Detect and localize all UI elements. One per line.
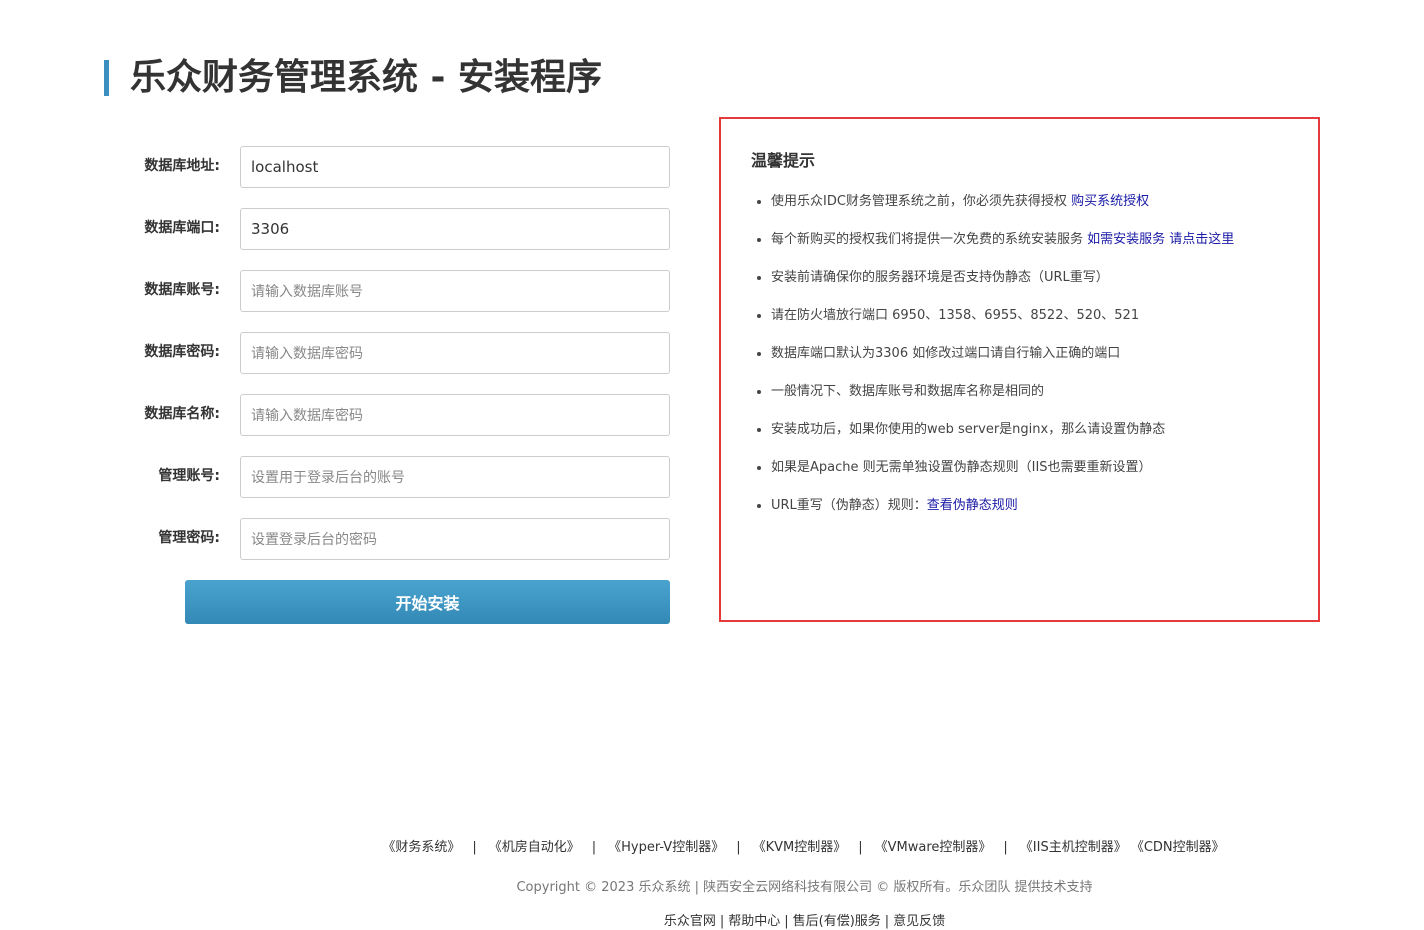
admin-user-label: 管理账号: [158, 468, 220, 484]
page-title: 乐众财务管理系统 - 安装程序 [130, 57, 603, 98]
field-db-user: 数据库账号: [0, 270, 680, 312]
tip-item: 安装成功后，如果你使用的web server是nginx，那么请设置伪静态 [771, 420, 1311, 458]
db-port-label: 数据库端口: [144, 220, 220, 236]
db-password-input[interactable] [240, 332, 670, 374]
feedback-link[interactable]: 意见反馈 [893, 914, 945, 929]
field-db-name: 数据库名称: [0, 394, 680, 436]
help-center-link[interactable]: 帮助中心 [728, 914, 780, 929]
tip-item: 请在防火墙放行端口 6950、1358、6955、8522、520、521 [771, 306, 1311, 344]
field-db-password: 数据库密码: [0, 332, 680, 374]
tip-item: URL重写（伪静态）规则：查看伪静态规则 [771, 496, 1311, 534]
start-install-button[interactable]: 开始安装 [185, 580, 670, 624]
field-admin-password: 管理密码: [0, 518, 680, 560]
title-accent-bar [104, 60, 109, 96]
product-link-cdn[interactable]: 《CDN控制器》 [1131, 840, 1225, 855]
paid-support-link[interactable]: 售后(有偿)服务 [793, 914, 881, 929]
tip-item: 一般情况下、数据库账号和数据库名称是相同的 [771, 382, 1311, 420]
admin-password-label: 管理密码: [158, 530, 220, 546]
tip-item: 数据库端口默认为3306 如修改过端口请自行输入正确的端口 [771, 344, 1311, 382]
product-link-iis[interactable]: 《IIS主机控制器》 [1020, 840, 1127, 855]
db-password-label: 数据库密码: [144, 344, 220, 360]
tips-title: 温馨提示 [751, 151, 816, 170]
tip-item: 每个新购买的授权我们将提供一次免费的系统安装服务 如需安装服务 请点击这里 [771, 230, 1311, 268]
admin-password-input[interactable] [240, 518, 670, 560]
official-site-link[interactable]: 乐众官网 [664, 914, 716, 929]
buy-license-link[interactable]: 购买系统授权 [1071, 194, 1149, 209]
copyright: Copyright © 2023 乐众系统 | 陕西安全云网络科技有限公司 © … [516, 880, 1093, 895]
tip-item: 使用乐众IDC财务管理系统之前，你必须先获得授权 购买系统授权 [771, 192, 1311, 230]
product-link-vmware[interactable]: 《VMware控制器》 [875, 840, 992, 855]
install-service-link[interactable]: 如需安装服务 请点击这里 [1087, 232, 1234, 247]
tip-item: 安装前请确保你的服务器环境是否支持伪静态（URL重写） [771, 268, 1311, 306]
field-db-port: 数据库端口: [0, 208, 680, 250]
db-name-label: 数据库名称: [144, 406, 220, 422]
db-user-label: 数据库账号: [144, 282, 220, 298]
admin-user-input[interactable] [240, 456, 670, 498]
footer-product-links: 《财务系统》 | 《机房自动化》 | 《Hyper-V控制器》 | 《KVM控制器》 | 《VM… [382, 840, 1225, 855]
db-user-input[interactable] [240, 270, 670, 312]
db-port-input[interactable] [240, 208, 670, 250]
product-link-hyperv[interactable]: 《Hyper-V控制器》 [608, 840, 724, 855]
product-link-finance[interactable]: 《财务系统》 [382, 840, 460, 855]
field-admin-user: 管理账号: [0, 456, 680, 498]
db-host-input[interactable] [240, 146, 670, 188]
product-link-kvm[interactable]: 《KVM控制器》 [753, 840, 847, 855]
db-host-label: 数据库地址: [144, 158, 220, 174]
footer-bottom-links: 乐众官网 | 帮助中心 | 售后(有偿)服务 | 意见反馈 [663, 914, 946, 929]
tips-list: 使用乐众IDC财务管理系统之前，你必须先获得授权 购买系统授权 每个新购买的授权… [771, 192, 1311, 534]
rewrite-rules-link[interactable]: 查看伪静态规则 [927, 498, 1018, 513]
product-link-datacenter[interactable]: 《机房自动化》 [489, 840, 580, 855]
tips-panel: 温馨提示 使用乐众IDC财务管理系统之前，你必须先获得授权 购买系统授权 每个新… [719, 117, 1320, 622]
tip-item: 如果是Apache 则无需单独设置伪静态规则（IIS也需要重新设置） [771, 458, 1311, 496]
db-name-input[interactable] [240, 394, 670, 436]
field-db-host: 数据库地址: [0, 146, 680, 188]
